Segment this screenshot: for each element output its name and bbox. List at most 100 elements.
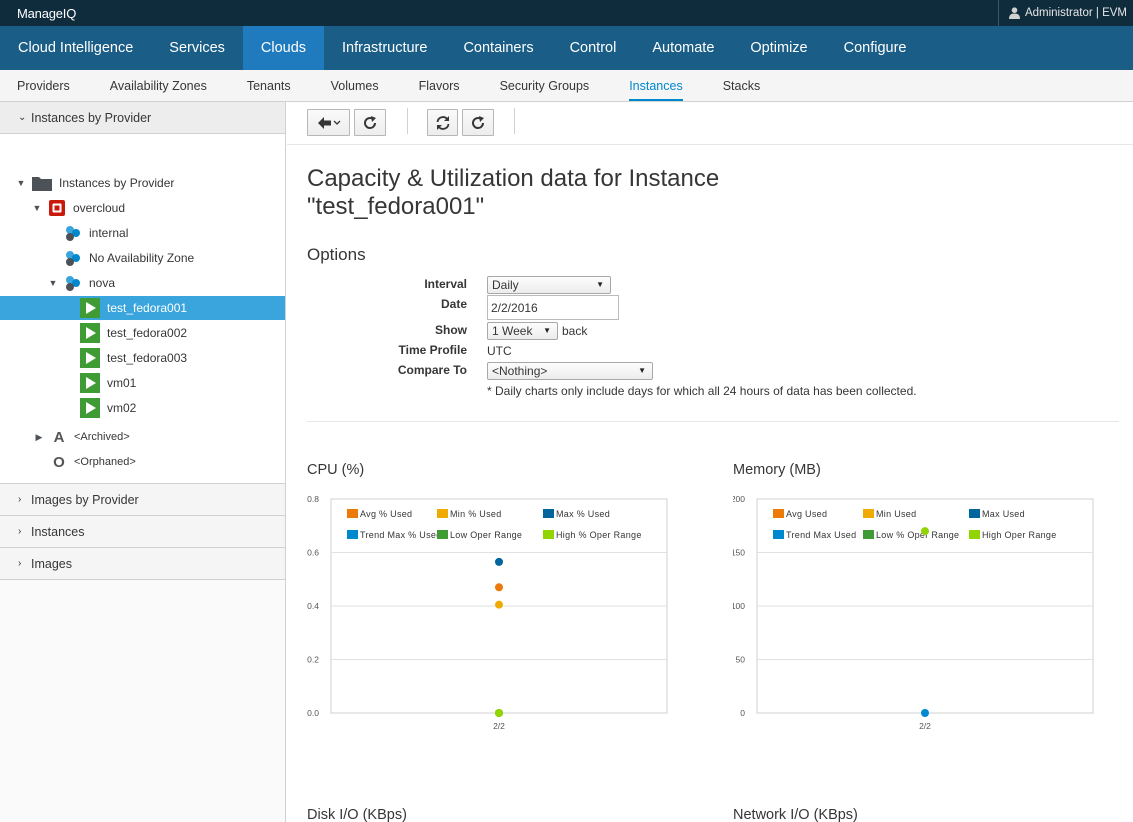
tree-node-instance[interactable]: vm02	[0, 396, 285, 420]
legend-swatch	[863, 530, 874, 539]
show-value: 1 Week	[492, 324, 533, 338]
compare-to-select[interactable]: <Nothing> ▼	[487, 362, 653, 380]
nav-optimize[interactable]: Optimize	[732, 26, 825, 70]
time-profile-label: Time Profile	[398, 343, 467, 357]
tree-node-label: test_fedora003	[107, 351, 188, 365]
expand-toggle-icon[interactable]: ▼	[32, 203, 42, 213]
tree-node-zone[interactable]: ▼ nova	[0, 271, 285, 295]
legend-swatch	[863, 509, 874, 518]
subnav-flavors[interactable]: Flavors	[419, 70, 460, 101]
divider	[307, 421, 1119, 422]
legend-swatch	[773, 530, 784, 539]
tree-node-root[interactable]: ▼ Instances by Provider	[0, 171, 285, 195]
tree-node-instance[interactable]: test_fedora003	[0, 346, 285, 370]
tree-node-instance[interactable]: vm01	[0, 371, 285, 395]
legend-label: Max % Used	[556, 509, 610, 519]
y-tick-label: 0.8	[307, 494, 319, 504]
reload-chart-button[interactable]	[462, 109, 494, 136]
expand-toggle-icon[interactable]: ▼	[16, 178, 26, 188]
tree-node-instance[interactable]: test_fedora002	[0, 321, 285, 345]
tree-node-instance[interactable]: test_fedora001	[0, 296, 285, 320]
availability-zone-icon	[66, 251, 80, 266]
tree-node-label: No Availability Zone	[89, 251, 195, 265]
accordion-instances[interactable]: › Instances	[0, 516, 285, 548]
accordion-label: Instances	[31, 524, 85, 539]
nav-control[interactable]: Control	[552, 26, 635, 70]
folder-icon	[32, 177, 52, 191]
show-select[interactable]: 1 Week ▼	[487, 322, 558, 340]
instance-running-icon	[80, 323, 100, 343]
page-title-instance: "test_fedora001"	[307, 193, 485, 220]
subnav-security-groups[interactable]: Security Groups	[500, 70, 590, 101]
interval-select[interactable]: Daily ▼	[487, 276, 611, 294]
expand-toggle-icon[interactable]: ▶	[34, 432, 44, 442]
nav-containers[interactable]: Containers	[445, 26, 551, 70]
tree-node-provider[interactable]: ▼ overcloud	[0, 196, 285, 220]
nav-services[interactable]: Services	[151, 26, 243, 70]
y-tick-label: 0.0	[307, 708, 319, 718]
nav-clouds[interactable]: Clouds	[242, 26, 325, 70]
legend-swatch	[969, 530, 980, 539]
accordion-instances-by-provider[interactable]: ⌄ Instances by Provider	[0, 102, 285, 134]
subnav-stacks[interactable]: Stacks	[723, 70, 761, 101]
user-menu[interactable]: Administrator | EVM	[997, 0, 1133, 26]
instance-running-icon	[80, 373, 100, 393]
legend-swatch	[969, 509, 980, 518]
brand-logo: ManageIQ	[17, 6, 77, 21]
top-bar: ManageIQ Administrator | EVM	[0, 0, 1133, 26]
expand-toggle-icon[interactable]: ▼	[48, 278, 58, 288]
legend-swatch	[437, 530, 448, 539]
accordion-images[interactable]: › Images	[0, 548, 285, 580]
tree-node-label: vm01	[107, 376, 137, 390]
legend-label: Avg Used	[786, 509, 827, 519]
subnav-providers[interactable]: Providers	[17, 70, 70, 101]
accordion-images-by-provider[interactable]: › Images by Provider	[0, 484, 285, 516]
reload-button[interactable]	[354, 109, 386, 136]
y-tick-label: 150	[733, 548, 745, 558]
data-point	[495, 709, 503, 717]
cpu-chart-title: CPU (%)	[307, 462, 365, 478]
subnav-availability-zones[interactable]: Availability Zones	[110, 70, 207, 101]
nav-cloud-intelligence[interactable]: Cloud Intelligence	[0, 26, 151, 70]
subnav-volumes[interactable]: Volumes	[331, 70, 379, 101]
refresh-icon	[472, 115, 485, 129]
tree-node-label: <Orphaned>	[74, 456, 136, 468]
legend-label: High Oper Range	[982, 530, 1057, 540]
tree-node-zone[interactable]: No Availability Zone	[0, 246, 285, 270]
y-tick-label: 100	[733, 601, 745, 611]
sidebar: ⌄ Instances by Provider ▼ Instances by P…	[0, 102, 286, 822]
data-point	[495, 600, 503, 609]
legend-swatch	[543, 530, 554, 539]
back-button[interactable]	[307, 109, 350, 136]
instance-running-icon	[80, 398, 100, 418]
show-label: Show	[435, 323, 467, 337]
subnav-tenants[interactable]: Tenants	[247, 70, 291, 101]
tree-node-archived[interactable]: ▶ A <Archived>	[0, 425, 285, 449]
chevron-right-icon: ›	[18, 558, 22, 569]
refresh-chart-button[interactable]	[427, 109, 458, 136]
main-content: Capacity & Utilization data for Instance…	[287, 145, 1133, 822]
data-point	[921, 709, 929, 717]
legend-label: Max Used	[982, 509, 1025, 519]
tree-node-label: <Archived>	[74, 431, 130, 443]
nav-infrastructure[interactable]: Infrastructure	[324, 26, 445, 70]
date-field[interactable]	[487, 295, 619, 320]
compare-to-value: <Nothing>	[492, 364, 548, 378]
legend-label: High % Oper Range	[556, 530, 642, 540]
nav-configure[interactable]: Configure	[826, 26, 925, 70]
legend-label: Min Used	[876, 509, 916, 519]
nav-automate[interactable]: Automate	[634, 26, 732, 70]
chevron-right-icon: ›	[18, 494, 22, 505]
tree-node-label: overcloud	[73, 201, 126, 215]
tree-node-orphaned[interactable]: O <Orphaned>	[0, 450, 285, 474]
legend-swatch	[543, 509, 554, 518]
legend-swatch	[347, 509, 358, 518]
y-tick-label: 0.6	[307, 548, 319, 558]
y-tick-label: 0.4	[307, 601, 319, 611]
tree-node-label: vm02	[107, 401, 137, 415]
tree-node-zone[interactable]: internal	[0, 221, 285, 245]
data-point	[495, 557, 503, 566]
interval-value: Daily	[492, 278, 519, 292]
subnav-instances[interactable]: Instances	[629, 70, 683, 101]
page-title-line: Capacity & Utilization data for Instance	[307, 165, 720, 192]
